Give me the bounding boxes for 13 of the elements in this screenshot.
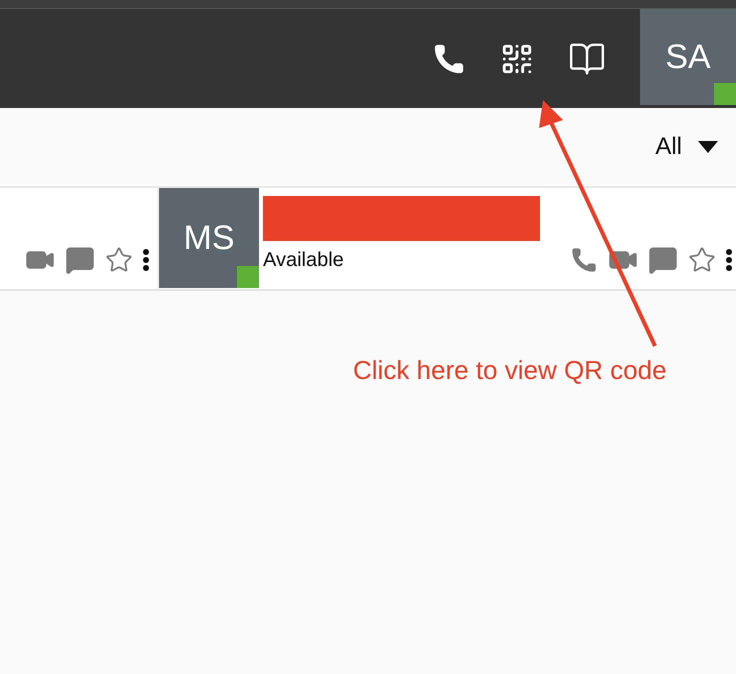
phone-icon (570, 246, 598, 274)
contact-status: Available (263, 249, 344, 272)
caret-icon (698, 141, 718, 153)
star-icon (688, 246, 716, 274)
user-avatar[interactable]: SA (640, 9, 736, 105)
star-icon (105, 246, 133, 274)
annotation-text: Click here to view QR code (353, 355, 667, 386)
contact-avatar: MS (159, 188, 259, 288)
filter-dropdown[interactable]: All (655, 133, 718, 161)
more-icon (143, 249, 149, 271)
chat-bubble-icon (648, 245, 678, 275)
more-icon (726, 249, 732, 271)
chat-bubble-icon (65, 245, 95, 275)
